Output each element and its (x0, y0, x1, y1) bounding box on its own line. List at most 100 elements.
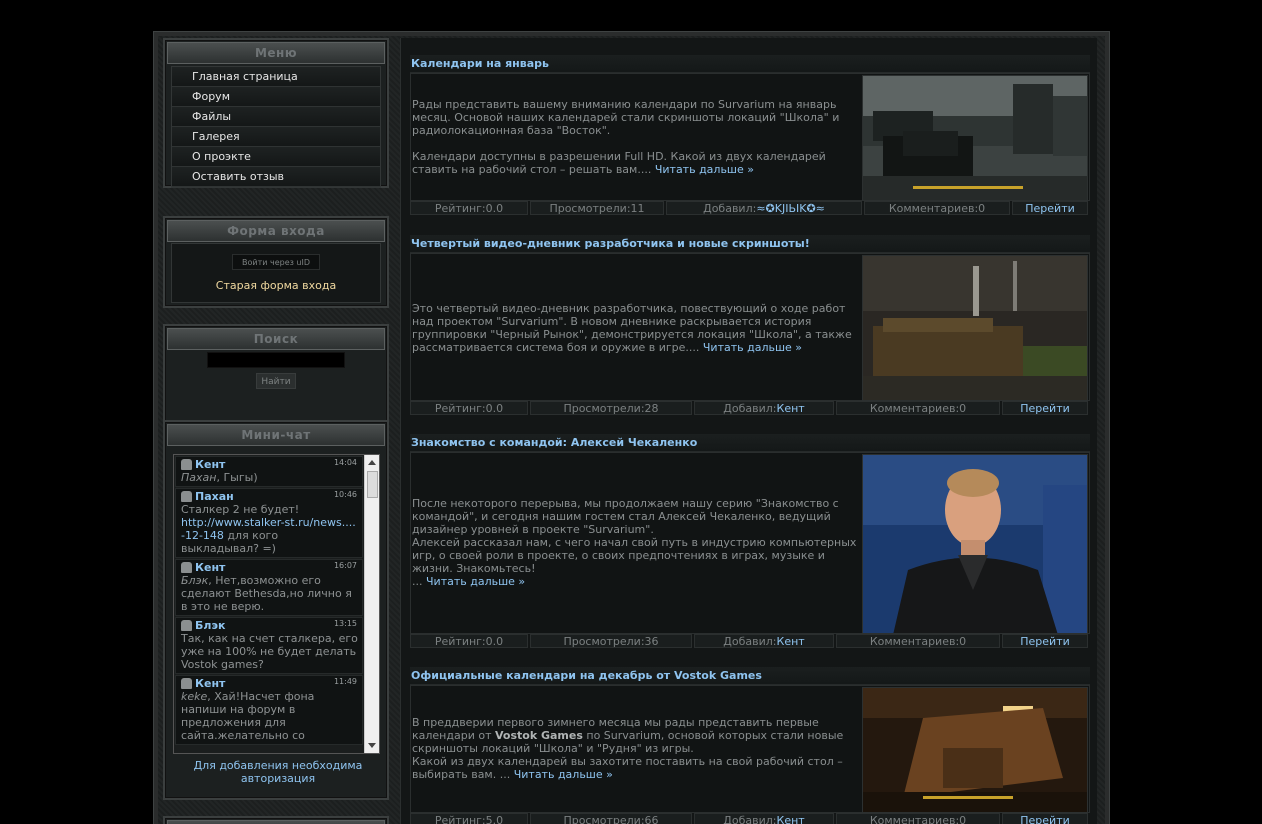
screenshot-tank-image (863, 256, 1087, 400)
read-more-link[interactable]: Читать дальше » (426, 575, 525, 588)
post-goto-link[interactable]: Перейти (1020, 635, 1070, 648)
post-image[interactable] (862, 255, 1088, 401)
post-author-link[interactable]: Кент (777, 635, 805, 648)
scroll-up-icon[interactable] (368, 460, 376, 465)
post-goto-cell: Перейти (1002, 634, 1088, 648)
chat-username[interactable]: Кент (195, 458, 225, 471)
post-author-link[interactable]: Кент (777, 402, 805, 415)
post-comments: Комментариев:0 (836, 401, 1000, 415)
post-body: Рады представить вашему вниманию календа… (410, 73, 1090, 201)
chat-time: 11:49 (333, 677, 357, 686)
post-comments: Комментариев:0 (864, 201, 1010, 215)
post-meta: Рейтинг:0.0 Просмотрели:28 Добавил:Кент … (410, 401, 1090, 415)
minichat-messages[interactable]: Кент 14:04 Пахан, Гыгы) Пахан 10:46 Стал… (174, 455, 364, 753)
post-goto-link[interactable]: Перейти (1020, 814, 1070, 824)
post-meta: Рейтинг:0.0 Просмотрели:11 Добавил:≈✪KJI… (410, 201, 1090, 215)
search-input[interactable] (207, 352, 345, 368)
chat-text-body: , Гыгы) (216, 471, 258, 484)
chat-message: Кент 11:49 keke, Хай!Насчет фона напиши … (175, 675, 363, 745)
menu-item-about[interactable]: О проэкте (172, 147, 380, 167)
chat-username[interactable]: Кент (195, 561, 225, 574)
chat-message: Пахан 10:46 Сталкер 2 не будет! http://ww… (175, 488, 363, 558)
post-added-label: Добавил: (723, 814, 777, 824)
post-goto-link[interactable]: Перейти (1020, 402, 1070, 415)
post-title[interactable]: Четвертый видео-дневник разработчика и н… (410, 235, 1090, 253)
post-rating: Рейтинг:5.0 (410, 813, 528, 824)
post-text: Рады представить вашему вниманию календа… (412, 98, 860, 176)
chat-text: Сталкер 2 не будет! http://www.stalker-st… (181, 503, 359, 555)
post-title[interactable]: Знакомство с командой: Алексей Чекаленко (410, 434, 1090, 452)
post-paragraph: Какой из двух календарей вы захотите пос… (412, 755, 860, 781)
scroll-thumb[interactable] (367, 471, 378, 498)
read-more-link[interactable]: Читать дальше » (655, 163, 754, 176)
chat-quote[interactable]: keke (181, 690, 207, 703)
news-post: Знакомство с командой: Алексей Чекаленко… (410, 434, 1090, 648)
minichat-block: Мини-чат Кент 14:04 Пахан, Гыгы) Пахан 1… (163, 420, 389, 800)
menu-item-home[interactable]: Главная страница (172, 67, 380, 87)
search-title: Поиск (167, 328, 385, 350)
post-added-label: Добавил: (703, 202, 757, 215)
menu-item-gallery[interactable]: Галерея (172, 127, 380, 147)
search-button[interactable]: Найти (256, 373, 296, 389)
chat-scrollbar[interactable] (364, 455, 379, 753)
post-paragraph: В преддверии первого зимнего месяца мы р… (412, 716, 860, 755)
chat-time: 13:15 (333, 619, 357, 628)
menu-item-feedback[interactable]: Оставить отзыв (172, 167, 380, 187)
post-goto-cell: Перейти (1012, 201, 1088, 215)
post-title[interactable]: Официальные календари на декабрь от Vost… (410, 667, 1090, 685)
chat-quote[interactable]: Блэк (181, 574, 208, 587)
user-icon (181, 459, 192, 470)
chat-username[interactable]: Пахан (195, 490, 234, 503)
screenshot-interior-image (863, 688, 1087, 812)
post-author-cell: Добавил:Кент (694, 634, 834, 648)
chat-message: Кент 16:07 Блэк, Нет,возможно его сделаю… (175, 559, 363, 616)
login-body: Войти через uID Старая форма входа (171, 243, 381, 303)
chat-text: Блэк, Нет,возможно его сделают Bethesda,… (181, 574, 359, 613)
chat-auth-note[interactable]: Для добавления необходима авторизация (165, 759, 391, 785)
post-body: После некоторого перерыва, мы продолжаем… (410, 452, 1090, 634)
minichat-frame[interactable]: Кент 14:04 Пахан, Гыгы) Пахан 10:46 Стал… (173, 454, 380, 754)
post-image[interactable] (862, 687, 1088, 813)
screenshot-road-image (863, 76, 1087, 200)
chat-username[interactable]: Кент (195, 677, 225, 690)
user-icon (181, 620, 192, 631)
read-more-link[interactable]: Читать дальше » (514, 768, 613, 781)
chat-text: keke, Хай!Насчет фона напиши на форум в … (181, 690, 359, 742)
post-image[interactable] (862, 454, 1088, 634)
menu-item-files[interactable]: Файлы (172, 107, 380, 127)
chat-quote[interactable]: Пахан (181, 471, 216, 484)
chat-message-header: Блэк 13:15 (181, 619, 359, 632)
scroll-down-icon[interactable] (368, 743, 376, 748)
chat-message: Блэк 13:15 Так, как на счет сталкера, ег… (175, 617, 363, 674)
menu-block: Меню Главная страница Форум Файлы Галере… (163, 38, 389, 188)
post-views: Просмотрели:28 (530, 401, 692, 415)
chat-time: 14:04 (333, 458, 357, 467)
post-paragraph-text: Какой из двух календарей вы захотите пос… (412, 755, 843, 781)
login-block: Форма входа Войти через uID Старая форма… (163, 216, 389, 308)
minichat-title: Мини-чат (167, 424, 385, 446)
post-author-link[interactable]: ≈✪KJIЬIK✪≈ (756, 202, 825, 215)
post-title[interactable]: Календари на январь (410, 55, 1090, 73)
post-author-cell: Добавил:Кент (694, 813, 834, 824)
post-paragraph: Это четвертый видео-дневник разработчика… (412, 302, 860, 354)
next-sidebar-block (163, 816, 389, 824)
uid-login-button[interactable]: Войти через uID (232, 254, 320, 270)
chat-username[interactable]: Блэк (195, 619, 225, 632)
post-image[interactable] (862, 75, 1088, 201)
post-author-link[interactable]: Кент (777, 814, 805, 824)
post-bold-text: Vostok Games (494, 729, 583, 742)
old-login-form-link[interactable]: Старая форма входа (172, 279, 380, 292)
post-meta: Рейтинг:5.0 Просмотрели:66 Добавил:Кент … (410, 813, 1090, 824)
post-goto-cell: Перейти (1002, 813, 1088, 824)
chat-text: Пахан, Гыгы) (181, 471, 359, 484)
user-icon (181, 678, 192, 689)
post-goto-link[interactable]: Перейти (1025, 202, 1075, 215)
post-goto-cell: Перейти (1002, 401, 1088, 415)
menu-item-forum[interactable]: Форум (172, 87, 380, 107)
post-added-label: Добавил: (723, 402, 777, 415)
user-icon (181, 491, 192, 502)
read-more-link[interactable]: Читать дальше » (703, 341, 802, 354)
menu-list: Главная страница Форум Файлы Галерея О п… (171, 66, 381, 188)
post-body: В преддверии первого зимнего месяца мы р… (410, 685, 1090, 813)
post-paragraph: Алексей рассказал нам, с чего начал свой… (412, 536, 857, 575)
